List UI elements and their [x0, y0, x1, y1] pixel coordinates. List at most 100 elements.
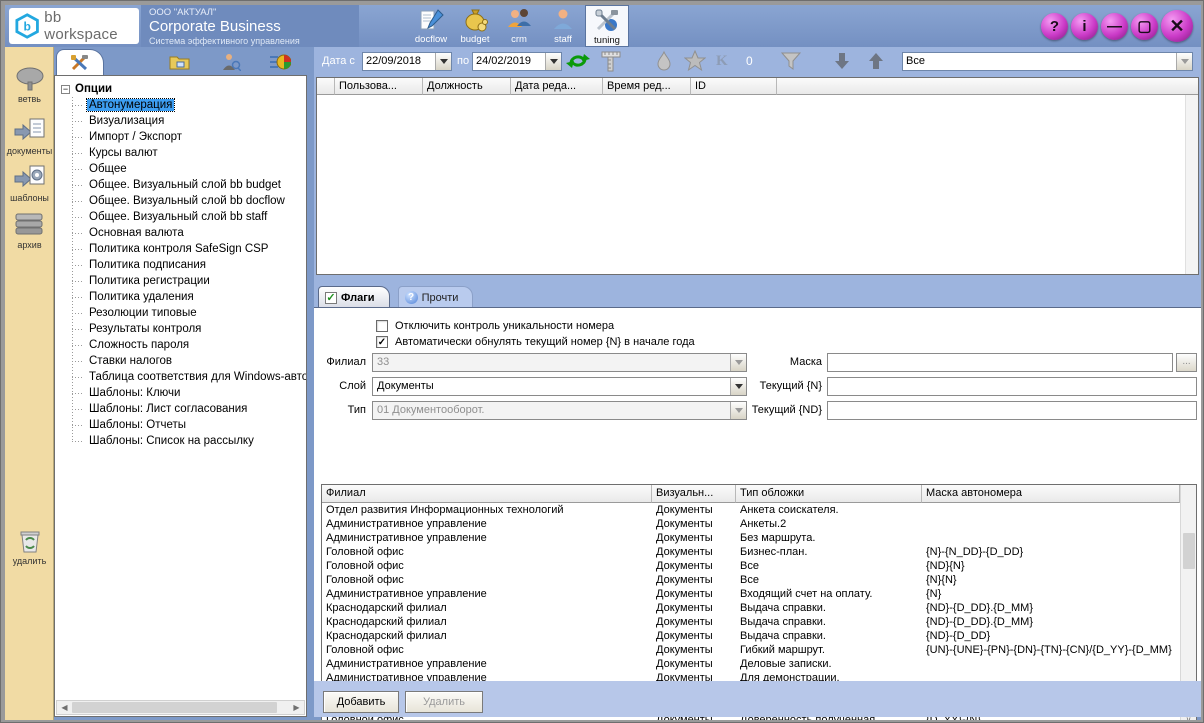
date-from-select[interactable]: 22/09/2018: [362, 52, 452, 71]
tree-item[interactable]: Шаблоны: Лист согласования: [61, 401, 306, 417]
tree-item[interactable]: Общее. Визуальный слой bb budget: [61, 177, 306, 193]
audit-col-id[interactable]: ID: [691, 78, 777, 95]
type-select[interactable]: 01 Документооборот.: [372, 401, 747, 420]
audit-vertical-scrollbar[interactable]: [1185, 95, 1198, 274]
star-button[interactable]: [684, 50, 706, 72]
current-n-input[interactable]: [827, 377, 1197, 396]
tree-item[interactable]: Результаты контроля: [61, 321, 306, 337]
move-up-button[interactable]: [866, 51, 886, 71]
tree-item[interactable]: Основная валюта: [61, 225, 306, 241]
audit-col-blank[interactable]: [317, 78, 335, 95]
k-button[interactable]: K: [716, 53, 728, 70]
module-crm[interactable]: crm: [497, 5, 541, 47]
tree-item[interactable]: Резолюции типовые: [61, 305, 306, 321]
tree-root[interactable]: − Опции: [61, 81, 306, 97]
module-staff[interactable]: staff: [541, 5, 585, 47]
current-nd-input[interactable]: [827, 401, 1197, 420]
ruler-button[interactable]: [600, 50, 622, 72]
tree-item[interactable]: Политика регистрации: [61, 273, 306, 289]
layer-select[interactable]: Документы: [372, 377, 747, 396]
panel-splitter[interactable]: [314, 275, 1201, 285]
table-row[interactable]: Головной офис Документы Все {ND}{N}: [322, 559, 1180, 573]
tree-item[interactable]: Общее. Визуальный слой bb docflow: [61, 193, 306, 209]
tree-item[interactable]: Визуализация: [61, 113, 306, 129]
refresh-button[interactable]: [566, 50, 590, 72]
col-autonumber-mask[interactable]: Маска автономера: [922, 485, 1180, 503]
table-row[interactable]: Административное управление Документы Ан…: [322, 517, 1180, 531]
branch-select[interactable]: 33: [372, 353, 747, 372]
mask-browse-button[interactable]: ...: [1176, 353, 1197, 372]
table-row[interactable]: Административное управление Документы Бе…: [322, 531, 1180, 545]
scroll-right-icon[interactable]: ▶: [289, 701, 304, 714]
tree-item[interactable]: Шаблоны: Список на рассылку: [61, 433, 306, 449]
tree-item[interactable]: Политика удаления: [61, 289, 306, 305]
tree-item[interactable]: Шаблоны: Отчеты: [61, 417, 306, 433]
col-visual-layer[interactable]: Визуальн...: [652, 485, 736, 503]
tree-item[interactable]: Сложность пароля: [61, 337, 306, 353]
checkbox-reset-number-yearly[interactable]: Автоматически обнулять текущий номер {N}…: [376, 336, 695, 348]
col-branch[interactable]: Филиал: [322, 485, 652, 503]
table-row[interactable]: Головной офис Документы Гибкий маршрут. …: [322, 643, 1180, 657]
audit-col-user[interactable]: Пользова...: [335, 78, 423, 95]
table-row[interactable]: Головной офис Документы Все {N}{N}: [322, 573, 1180, 587]
module-budget[interactable]: budget: [453, 5, 497, 47]
table-row[interactable]: Краснодарский филиал Документы Выдача сп…: [322, 629, 1180, 643]
tab-read[interactable]: ? Прочти: [398, 286, 474, 308]
scroll-left-icon[interactable]: ◀: [57, 701, 72, 714]
move-down-button[interactable]: [832, 51, 852, 71]
checkbox-box[interactable]: [376, 336, 388, 348]
info-button[interactable]: i: [1071, 13, 1098, 40]
tab-flags[interactable]: ✓ Флаги: [318, 286, 390, 308]
sidebar-item-documents[interactable]: документы: [5, 117, 54, 156]
chevron-down-icon[interactable]: [1176, 53, 1192, 70]
scroll-thumb[interactable]: [1183, 533, 1195, 569]
tree-item[interactable]: Политика контроля SafeSign CSP: [61, 241, 306, 257]
module-tuning[interactable]: tuning: [585, 5, 629, 47]
tab-options-inspector[interactable]: [206, 49, 254, 75]
col-cover-type[interactable]: Тип обложки: [736, 485, 922, 503]
tree-item[interactable]: Импорт / Экспорт: [61, 129, 306, 145]
scroll-thumb[interactable]: [72, 702, 277, 713]
checkbox-disable-unique-control[interactable]: Отключить контроль уникальности номера: [376, 320, 614, 332]
tree-item[interactable]: Таблица соответствия для Windows-авто: [61, 369, 306, 385]
collapse-icon[interactable]: −: [61, 85, 70, 94]
mask-input[interactable]: [827, 353, 1173, 372]
chevron-down-icon[interactable]: [435, 53, 451, 70]
table-row[interactable]: Отдел развития Информационных технологий…: [322, 503, 1180, 517]
sidebar-item-branch[interactable]: ветвь: [5, 67, 54, 104]
delete-button[interactable]: Удалить: [405, 691, 483, 713]
maximize-button[interactable]: ▢: [1131, 13, 1158, 40]
tree-item[interactable]: Общее. Визуальный слой bb staff: [61, 209, 306, 225]
tree-item[interactable]: Общее: [61, 161, 306, 177]
filter-button[interactable]: [780, 51, 802, 71]
chevron-down-icon[interactable]: [545, 53, 561, 70]
table-row[interactable]: Административное управление Документы Де…: [322, 657, 1180, 671]
minimize-button[interactable]: —: [1101, 13, 1128, 40]
help-button[interactable]: ?: [1041, 13, 1068, 40]
sidebar-item-delete[interactable]: удалить: [5, 527, 54, 566]
tree-item[interactable]: Шаблоны: Ключи: [61, 385, 306, 401]
audit-col-edit-time[interactable]: Время ред...: [603, 78, 691, 95]
tree-item[interactable]: Политика подписания: [61, 257, 306, 273]
checkbox-box[interactable]: [376, 320, 388, 332]
close-button[interactable]: ✕: [1161, 10, 1193, 42]
table-row[interactable]: Краснодарский филиал Документы Выдача сп…: [322, 615, 1180, 629]
table-row[interactable]: Краснодарский филиал Документы Выдача сп…: [322, 601, 1180, 615]
add-button[interactable]: Добавить: [323, 691, 399, 713]
tab-options-reports[interactable]: [256, 49, 304, 75]
tree-horizontal-scrollbar[interactable]: ◀ ▶: [56, 700, 305, 715]
tree-item[interactable]: Автонумерация: [61, 97, 306, 113]
tree-item[interactable]: Ставки налогов: [61, 353, 306, 369]
table-row[interactable]: Административное управление Документы Вх…: [322, 587, 1180, 601]
audit-col-position[interactable]: Должность: [423, 78, 511, 95]
scope-select[interactable]: Все: [902, 52, 1193, 71]
date-to-select[interactable]: 24/02/2019: [472, 52, 562, 71]
flame-button[interactable]: [654, 50, 674, 72]
audit-col-edit-date[interactable]: Дата реда...: [511, 78, 603, 95]
module-docflow[interactable]: docflow: [409, 5, 453, 47]
sidebar-item-archive[interactable]: архив: [5, 211, 54, 250]
tab-options-tools[interactable]: [56, 49, 104, 75]
tab-options-folders[interactable]: [156, 49, 204, 75]
table-row[interactable]: Головной офис Документы Бизнес-план. {N}…: [322, 545, 1180, 559]
sidebar-item-templates[interactable]: шаблоны: [5, 164, 54, 203]
